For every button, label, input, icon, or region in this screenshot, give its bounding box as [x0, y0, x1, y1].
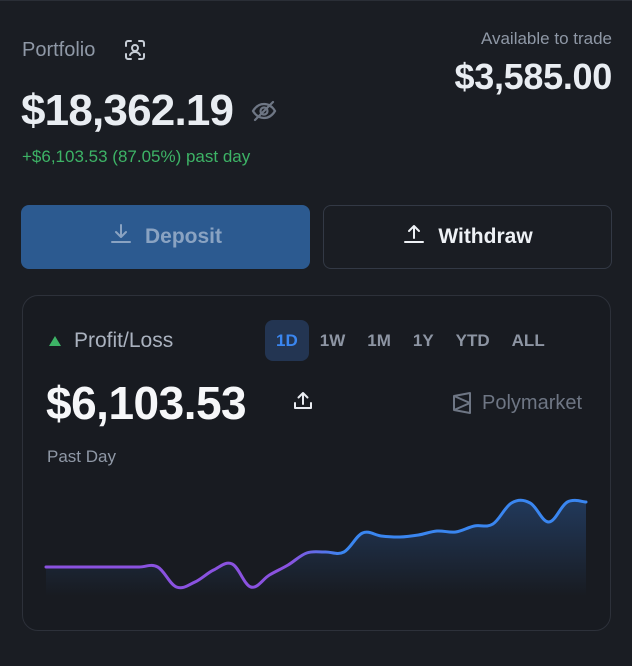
- download-icon: [109, 222, 133, 252]
- hide-balance-icon[interactable]: [250, 99, 278, 123]
- polymarket-brand: Polymarket: [451, 391, 582, 415]
- deposit-button[interactable]: Deposit: [21, 205, 310, 269]
- tab-ytd[interactable]: YTD: [445, 320, 501, 361]
- portfolio-label: Portfolio: [22, 39, 96, 61]
- profit-loss-value: $6,103.53: [46, 377, 247, 429]
- daily-change: +$6,103.53 (87.05%) past day: [22, 147, 251, 166]
- upload-icon: [402, 222, 426, 252]
- face-scan-icon[interactable]: [123, 38, 147, 62]
- time-range-tabs: 1D 1W 1M 1Y YTD ALL: [265, 320, 556, 361]
- withdraw-button[interactable]: Withdraw: [323, 205, 612, 269]
- available-label: Available to trade: [480, 29, 612, 48]
- tab-1y[interactable]: 1Y: [402, 320, 445, 361]
- portfolio-balance: $18,362.19: [21, 86, 234, 135]
- available-value: $3,585.00: [454, 56, 613, 97]
- withdraw-label: Withdraw: [438, 225, 533, 248]
- tab-1d[interactable]: 1D: [265, 320, 309, 361]
- profit-loss-title: Profit/Loss: [74, 329, 174, 352]
- tab-1m[interactable]: 1M: [356, 320, 402, 361]
- polymarket-label: Polymarket: [482, 391, 583, 414]
- top-border: [0, 0, 632, 1]
- share-icon[interactable]: [292, 390, 314, 412]
- tab-all[interactable]: ALL: [501, 320, 556, 361]
- triangle-up-icon: [48, 334, 62, 346]
- polymarket-logo-icon: [453, 392, 471, 414]
- range-label: Past Day: [47, 447, 116, 466]
- deposit-label: Deposit: [144, 225, 222, 248]
- tab-1w[interactable]: 1W: [309, 320, 357, 361]
